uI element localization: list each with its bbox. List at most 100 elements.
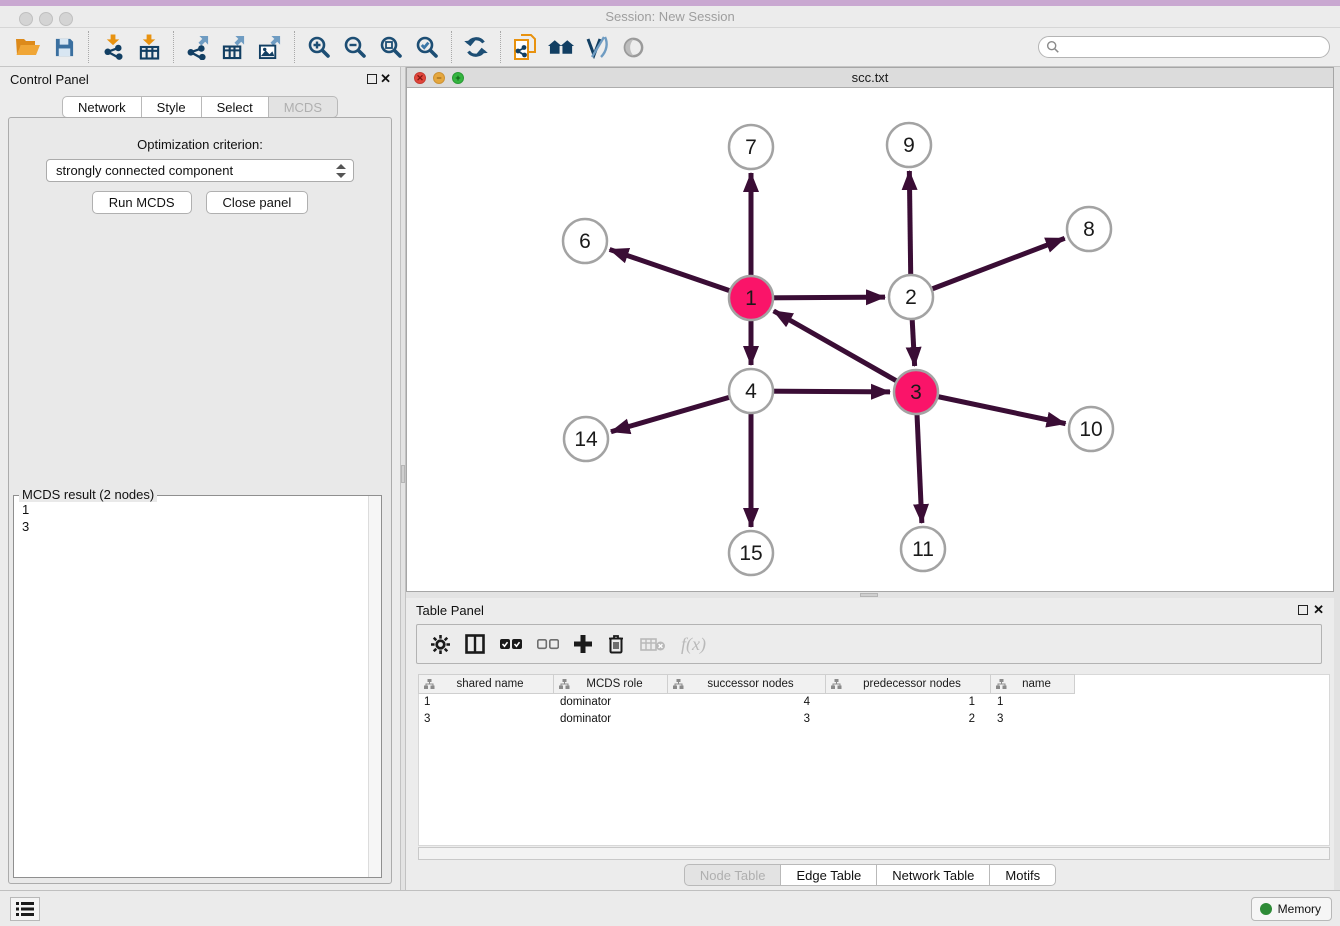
export-image-button[interactable] bbox=[252, 31, 288, 63]
table-cell[interactable]: 1 bbox=[826, 695, 991, 712]
graph-node-label: 6 bbox=[579, 230, 591, 253]
column-header-shared-name[interactable]: shared name bbox=[418, 674, 554, 694]
graph-node-label: 11 bbox=[912, 538, 934, 561]
add-row-button[interactable] bbox=[574, 635, 592, 653]
import-table-button[interactable] bbox=[131, 31, 167, 63]
zoom-selected-button[interactable] bbox=[409, 31, 445, 63]
clone-network-icon bbox=[513, 34, 538, 61]
zoom-in-icon bbox=[307, 35, 331, 59]
vizmapper-icon bbox=[585, 35, 609, 59]
tab-style[interactable]: Style bbox=[142, 96, 202, 118]
graph-edge-3-1[interactable] bbox=[774, 311, 916, 392]
refresh-button[interactable] bbox=[458, 31, 494, 63]
float-panel-icon[interactable] bbox=[367, 74, 377, 84]
home-button[interactable] bbox=[543, 31, 579, 63]
close-panel-icon[interactable]: ✕ bbox=[380, 71, 391, 87]
export-network-icon bbox=[186, 35, 210, 60]
tab-select[interactable]: Select bbox=[202, 96, 269, 118]
run-mcds-button[interactable]: Run MCDS bbox=[92, 191, 192, 214]
float-panel-icon[interactable] bbox=[1298, 605, 1308, 615]
network-graph[interactable]: 7968124314101511 bbox=[407, 88, 1333, 591]
criterion-select[interactable]: strongly connected component bbox=[46, 159, 354, 182]
column-header-successor-nodes[interactable]: successor nodes bbox=[668, 674, 826, 694]
zoom-out-icon bbox=[343, 35, 367, 59]
table-panel-title: Table Panel bbox=[416, 603, 484, 618]
table-horizontal-scrollbar[interactable] bbox=[418, 847, 1330, 860]
export-table-button[interactable] bbox=[216, 31, 252, 63]
table-row[interactable]: 3dominator323 bbox=[418, 712, 1075, 729]
status-bar: Memory bbox=[0, 890, 1340, 926]
close-panel-button[interactable]: Close panel bbox=[206, 191, 309, 214]
table-settings-button[interactable] bbox=[431, 635, 450, 654]
tab-edge-table[interactable]: Edge Table bbox=[781, 864, 877, 886]
result-scrollbar[interactable] bbox=[368, 496, 381, 877]
import-network-icon bbox=[102, 34, 125, 60]
zoom-out-button[interactable] bbox=[337, 31, 373, 63]
main-titlebar[interactable]: Session: New Session bbox=[0, 6, 1340, 28]
memory-label: Memory bbox=[1278, 902, 1321, 916]
import-network-button[interactable] bbox=[95, 31, 131, 63]
select-all-button[interactable] bbox=[500, 638, 522, 651]
refresh-icon bbox=[464, 35, 488, 59]
table-cell[interactable]: 1 bbox=[418, 695, 554, 712]
tab-motifs[interactable]: Motifs bbox=[990, 864, 1056, 886]
tab-mcds[interactable]: MCDS bbox=[269, 96, 338, 118]
delete-row-button[interactable] bbox=[607, 634, 625, 654]
network-window-titlebar[interactable]: ✕ − + scc.txt bbox=[407, 68, 1333, 88]
table-cell[interactable]: dominator bbox=[554, 712, 668, 729]
tab-network[interactable]: Network bbox=[62, 96, 142, 118]
column-header-name[interactable]: name bbox=[991, 674, 1075, 694]
toolbar-separator bbox=[294, 31, 295, 63]
open-session-button[interactable] bbox=[10, 31, 46, 63]
table-cell[interactable]: dominator bbox=[554, 695, 668, 712]
table-cell[interactable]: 1 bbox=[991, 695, 1075, 712]
table-body: 1dominator4113dominator323 bbox=[418, 695, 1075, 729]
result-item[interactable]: 1 bbox=[22, 501, 367, 518]
save-floppy-icon bbox=[54, 37, 75, 58]
search-icon bbox=[1046, 40, 1060, 54]
function-builder-button[interactable]: f(x) bbox=[681, 634, 706, 655]
main-toolbar bbox=[0, 28, 1340, 67]
criterion-value: strongly connected component bbox=[56, 163, 233, 178]
export-image-icon bbox=[258, 35, 282, 60]
clone-network-button[interactable] bbox=[507, 31, 543, 63]
search-field[interactable] bbox=[1038, 36, 1330, 58]
close-panel-icon[interactable]: ✕ bbox=[1313, 602, 1324, 618]
zoom-fit-button[interactable] bbox=[373, 31, 409, 63]
splitter-grip[interactable] bbox=[860, 593, 878, 597]
control-panel-tabs: NetworkStyleSelectMCDS bbox=[0, 96, 400, 118]
task-history-button[interactable] bbox=[10, 897, 40, 921]
table-cell[interactable]: 3 bbox=[991, 712, 1075, 729]
export-network-button[interactable] bbox=[180, 31, 216, 63]
memory-button[interactable]: Memory bbox=[1251, 897, 1332, 921]
graph-edge-2-8[interactable] bbox=[911, 238, 1065, 297]
zoom-in-button[interactable] bbox=[301, 31, 337, 63]
toolbar-separator bbox=[500, 31, 501, 63]
table-panel: Table Panel ✕ bbox=[406, 598, 1334, 890]
search-input[interactable] bbox=[1064, 38, 1329, 56]
vizmapper-button[interactable] bbox=[579, 31, 615, 63]
result-item[interactable]: 3 bbox=[22, 518, 367, 535]
delete-table-button[interactable] bbox=[640, 637, 666, 652]
table-cell[interactable]: 3 bbox=[668, 712, 826, 729]
table-cell[interactable]: 3 bbox=[418, 712, 554, 729]
mcds-result-list[interactable]: 13 bbox=[14, 497, 367, 877]
table-cell[interactable]: 4 bbox=[668, 695, 826, 712]
columns-icon bbox=[465, 634, 485, 654]
show-hide-button[interactable] bbox=[615, 31, 651, 63]
tab-node-table[interactable]: Node Table bbox=[684, 864, 782, 886]
graph-node-label: 8 bbox=[1083, 218, 1095, 241]
column-header-MCDS-role[interactable]: MCDS role bbox=[554, 674, 668, 694]
toolbar-separator bbox=[173, 31, 174, 63]
tab-network-table[interactable]: Network Table bbox=[877, 864, 990, 886]
open-folder-icon bbox=[15, 36, 41, 58]
column-layout-button[interactable] bbox=[465, 634, 485, 654]
table-cell[interactable]: 2 bbox=[826, 712, 991, 729]
network-canvas[interactable]: 7968124314101511 bbox=[407, 88, 1333, 591]
splitter-grip[interactable] bbox=[401, 465, 405, 483]
import-table-icon bbox=[138, 34, 161, 60]
save-session-button[interactable] bbox=[46, 31, 82, 63]
table-row[interactable]: 1dominator411 bbox=[418, 695, 1075, 712]
deselect-all-button[interactable] bbox=[537, 638, 559, 651]
column-header-predecessor-nodes[interactable]: predecessor nodes bbox=[826, 674, 991, 694]
